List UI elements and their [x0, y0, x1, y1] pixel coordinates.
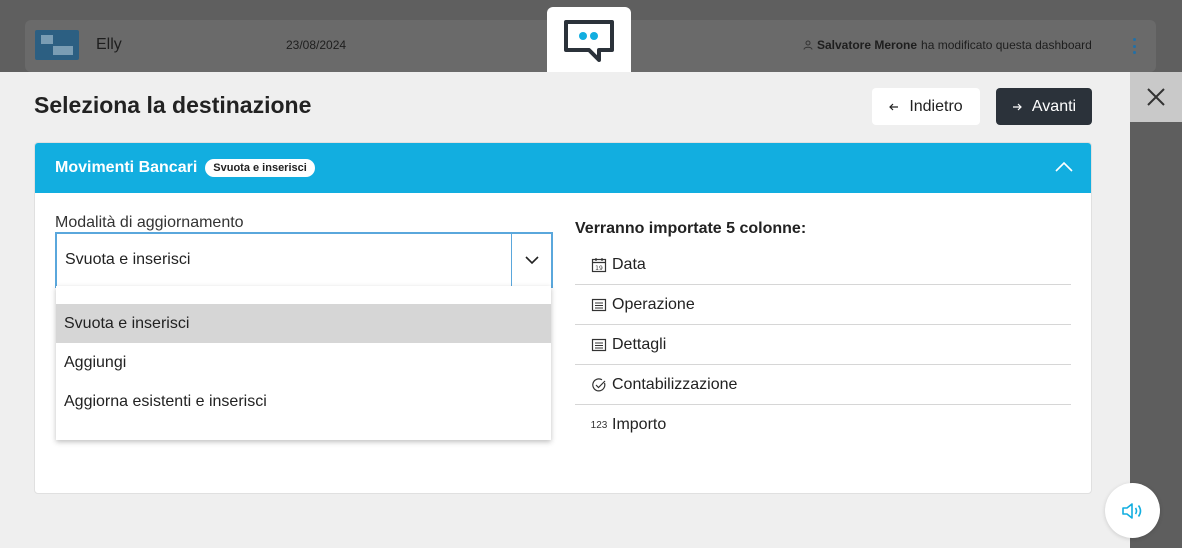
update-mode-label: Modalità di aggiornamento: [55, 214, 244, 231]
chevron-up-icon[interactable]: [1055, 160, 1073, 174]
columns-title: Verranno importate 5 colonne:: [575, 220, 807, 237]
column-name: Importo: [612, 416, 667, 433]
close-button[interactable]: [1130, 72, 1182, 122]
update-mode-badge: Svuota e inserisci: [205, 159, 315, 177]
dropdown-option[interactable]: Aggiorna esistenti e inserisci: [56, 382, 551, 421]
panel-title: Movimenti Bancari: [55, 159, 198, 176]
back-button-label: Indietro: [909, 97, 963, 115]
column-name: Contabilizzazione: [612, 375, 738, 393]
modal-title: Seleziona la destinazione: [34, 92, 312, 118]
list-item: 19 Data: [575, 245, 1071, 285]
destination-panel: Movimenti Bancari Svuota e inserisci Mod…: [34, 142, 1092, 494]
list-item: 123 Importo: [575, 405, 1071, 445]
list-item: Dettagli: [575, 325, 1071, 365]
panel-header[interactable]: Movimenti Bancari Svuota e inserisci: [35, 143, 1091, 193]
dashboard-date: 23/08/2024: [286, 38, 347, 52]
next-button[interactable]: Avanti: [996, 88, 1092, 125]
dropdown-option[interactable]: Svuota e inserisci: [56, 304, 551, 343]
chevron-down-icon[interactable]: [512, 234, 551, 286]
dropdown-option[interactable]: Aggiungi: [56, 343, 551, 382]
text-icon: [591, 337, 607, 353]
chat-bubble-icon: [547, 7, 631, 75]
speaker-icon: [1121, 502, 1141, 519]
column-name: Dettagli: [612, 335, 667, 353]
number-icon: 123: [590, 419, 608, 431]
update-mode-dropdown: Svuota e inserisci Aggiungi Aggiorna esi…: [56, 286, 551, 440]
update-mode-value: Svuota e inserisci: [65, 251, 191, 268]
arrow-right-icon: [1012, 103, 1022, 110]
column-name: Data: [612, 255, 646, 273]
chat-icon: [564, 20, 614, 62]
user-icon: [803, 40, 813, 50]
audio-button[interactable]: [1105, 483, 1160, 538]
calendar-icon: 19: [591, 257, 607, 273]
back-button[interactable]: Indietro: [872, 88, 980, 125]
update-mode-select[interactable]: Svuota e inserisci: [55, 232, 553, 288]
list-item: Operazione: [575, 285, 1071, 325]
user-name: Salvatore Merone: [817, 38, 918, 52]
next-button-label: Avanti: [1031, 97, 1077, 115]
check-circle-icon: [591, 377, 607, 393]
text-icon: [591, 297, 607, 313]
user-action: ha modificato questa dashboard: [921, 38, 1092, 52]
kebab-menu-icon: [1131, 38, 1137, 54]
columns-list: 19 Data Operazione Dettagli Contabilizza…: [575, 245, 1071, 445]
column-name: Operazione: [612, 295, 695, 313]
arrow-left-icon: [889, 103, 899, 110]
dashboard-name: Elly: [96, 36, 122, 53]
list-item: Contabilizzazione: [575, 365, 1071, 405]
dashboard-logo: [35, 30, 79, 60]
close-icon: [1147, 88, 1165, 106]
last-modified-info: Salvatore Merone ha modificato questa da…: [803, 38, 1092, 52]
svg-text:19: 19: [595, 265, 603, 272]
